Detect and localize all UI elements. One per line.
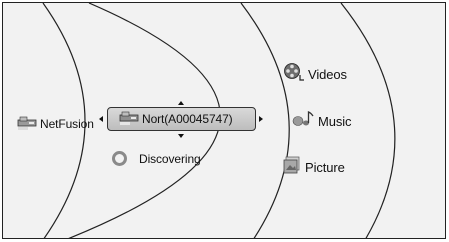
music-note-icon <box>292 109 316 134</box>
arrow-left-icon[interactable] <box>99 116 103 122</box>
network-device-icon <box>16 116 38 132</box>
media-item-music[interactable]: Music <box>292 109 352 134</box>
network-device-icon <box>118 111 140 127</box>
discovering-label: Discovering <box>139 151 201 166</box>
device-item-selected[interactable]: Nort(A00045747) <box>107 107 256 131</box>
film-reel-icon <box>283 62 305 87</box>
arrow-down-icon[interactable] <box>178 134 184 138</box>
source-item-netfusion[interactable]: NetFusion <box>16 116 94 132</box>
arrow-up-icon[interactable] <box>178 101 184 105</box>
media-item-videos[interactable]: Videos <box>283 62 347 87</box>
media-item-label: Music <box>318 114 352 129</box>
device-item-label: Nort(A00045747) <box>142 112 233 126</box>
source-item-label: NetFusion <box>40 117 94 131</box>
media-item-label: Picture <box>305 160 345 175</box>
spinner-icon <box>112 151 127 166</box>
media-item-label: Videos <box>308 67 347 82</box>
picture-icon <box>283 156 301 179</box>
arrow-right-icon[interactable] <box>259 116 263 122</box>
media-item-picture[interactable]: Picture <box>283 156 345 179</box>
discovering-status: Discovering <box>112 151 201 166</box>
